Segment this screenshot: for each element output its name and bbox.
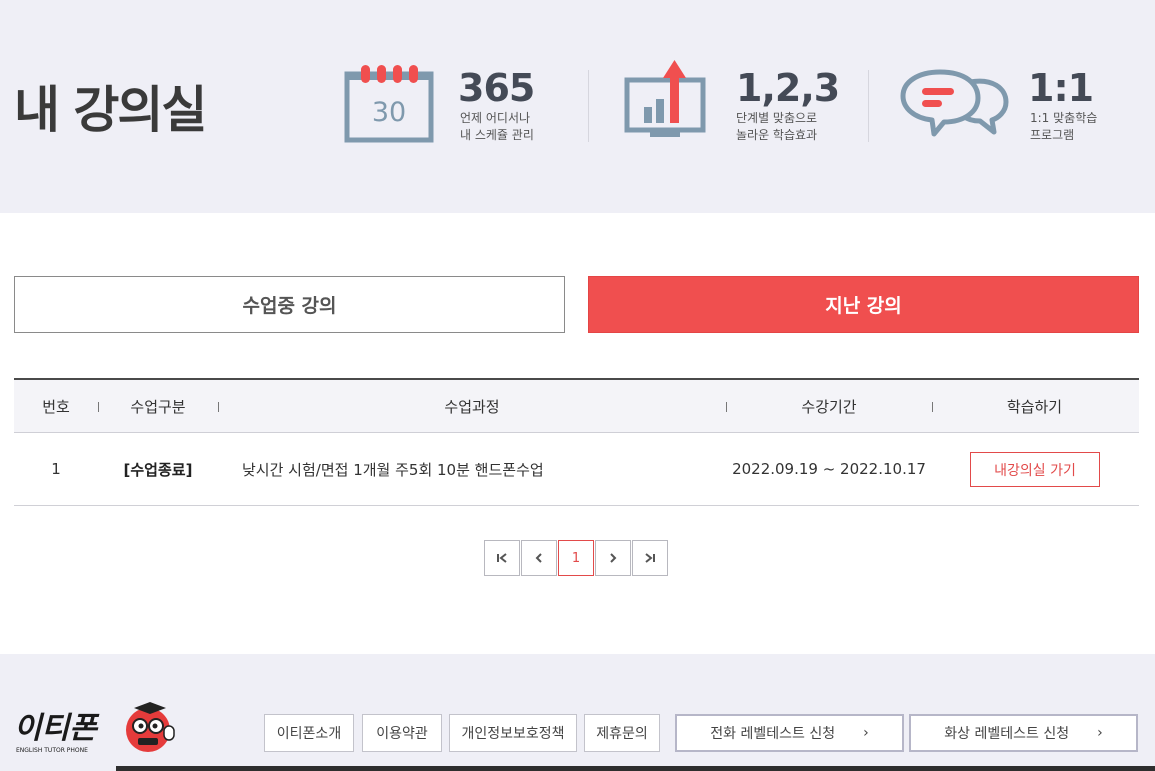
footer-link-about[interactable]: 이티폰소개 — [264, 714, 354, 752]
feature-big-text: 1:1 — [1028, 66, 1094, 110]
video-level-test-button[interactable]: 화상 레벨테스트 신청 › — [909, 714, 1138, 752]
phone-level-test-label: 전화 레벨테스트 신청 — [710, 726, 836, 742]
footer-link-terms[interactable]: 이용약관 — [362, 714, 442, 752]
footer-link-partnership[interactable]: 제휴문의 — [584, 714, 660, 752]
logo-text: 이티폰 — [14, 711, 100, 746]
feature-schedule: 30 365 언제 어디서나 내 스케쥴 관리 — [344, 60, 574, 150]
calendar-day: 30 — [372, 97, 406, 128]
feature-big-text: 1,2,3 — [736, 66, 840, 110]
go-to-classroom-button[interactable]: 내강의실 가기 — [970, 452, 1100, 487]
feature-description: 언제 어디서나 내 스케쥴 관리 — [460, 111, 534, 142]
growth-monitor-icon — [624, 60, 706, 137]
chevron-right-icon: › — [863, 725, 869, 741]
lecture-table: 번호 수업구분 수업과정 수강기간 학습하기 1 [수업종료] 낮시간 시험/면… — [14, 378, 1139, 506]
page-title: 내 강의실 — [14, 81, 207, 139]
feature-description: 단계별 맞춤으로 놀라운 학습효과 — [736, 111, 818, 142]
table-header: 번호 수업구분 수업과정 수강기간 학습하기 — [14, 378, 1139, 433]
first-page-button[interactable] — [484, 540, 520, 576]
feature-divider — [868, 70, 869, 142]
logo-subtext: ENGLISH TUTOR PHONE — [16, 747, 88, 754]
footer-bottom-bar — [116, 766, 1155, 771]
chevron-left-icon — [535, 553, 542, 563]
next-page-button[interactable] — [595, 540, 631, 576]
row-status: [수업종료] — [123, 460, 193, 479]
column-header-course: 수업과정 — [444, 398, 500, 416]
row-period: 2022.09.19 ~ 2022.10.17 — [732, 460, 926, 478]
site-logo[interactable]: 이티폰 ENGLISH TUTOR PHONE — [14, 700, 184, 762]
pagination: 1 — [484, 540, 668, 576]
last-page-button[interactable] — [632, 540, 668, 576]
previous-page-button[interactable] — [521, 540, 557, 576]
first-page-icon — [497, 553, 507, 563]
tab-current-lectures[interactable]: 수업중 강의 — [14, 276, 565, 333]
table-row: 1 [수업종료] 낮시간 시험/면접 1개월 주5회 10분 핸드폰수업 202… — [14, 433, 1139, 506]
column-header-type: 수업구분 — [130, 398, 186, 416]
feature-steps: 1,2,3 단계별 맞춤으로 놀라운 학습효과 — [624, 60, 854, 150]
last-page-icon — [645, 553, 655, 563]
feature-big-text: 365 — [458, 66, 535, 110]
chat-bubbles-icon — [900, 69, 1009, 137]
mascot-logo-icon: 이티폰 ENGLISH TUTOR PHONE — [14, 702, 175, 754]
column-header-number: 번호 — [42, 398, 70, 416]
row-number: 1 — [51, 460, 61, 478]
phone-level-test-button[interactable]: 전화 레벨테스트 신청 › — [675, 714, 904, 752]
feature-divider — [588, 70, 589, 142]
hero-banner: 내 강의실 30 365 언제 어디서나 내 스케쥴 관리 1,2,3 단계별 … — [0, 0, 1155, 213]
page-number-button[interactable]: 1 — [558, 540, 594, 576]
footer-link-privacy[interactable]: 개인정보보호정책 — [449, 714, 577, 752]
column-header-action: 학습하기 — [1006, 398, 1063, 416]
tab-past-lectures[interactable]: 지난 강의 — [588, 276, 1139, 333]
row-course-name: 낮시간 시험/면접 1개월 주5회 10분 핸드폰수업 — [242, 460, 544, 479]
video-level-test-label: 화상 레벨테스트 신청 — [944, 726, 1070, 742]
feature-one-on-one: 1:1 1:1 맞춤학습 프로그램 — [900, 60, 1120, 150]
calendar-icon: 30 — [344, 65, 434, 143]
chevron-right-icon: › — [1097, 725, 1103, 741]
chevron-right-icon — [610, 553, 617, 563]
column-header-period: 수강기간 — [801, 398, 857, 416]
feature-description: 1:1 맞춤학습 프로그램 — [1030, 111, 1098, 142]
